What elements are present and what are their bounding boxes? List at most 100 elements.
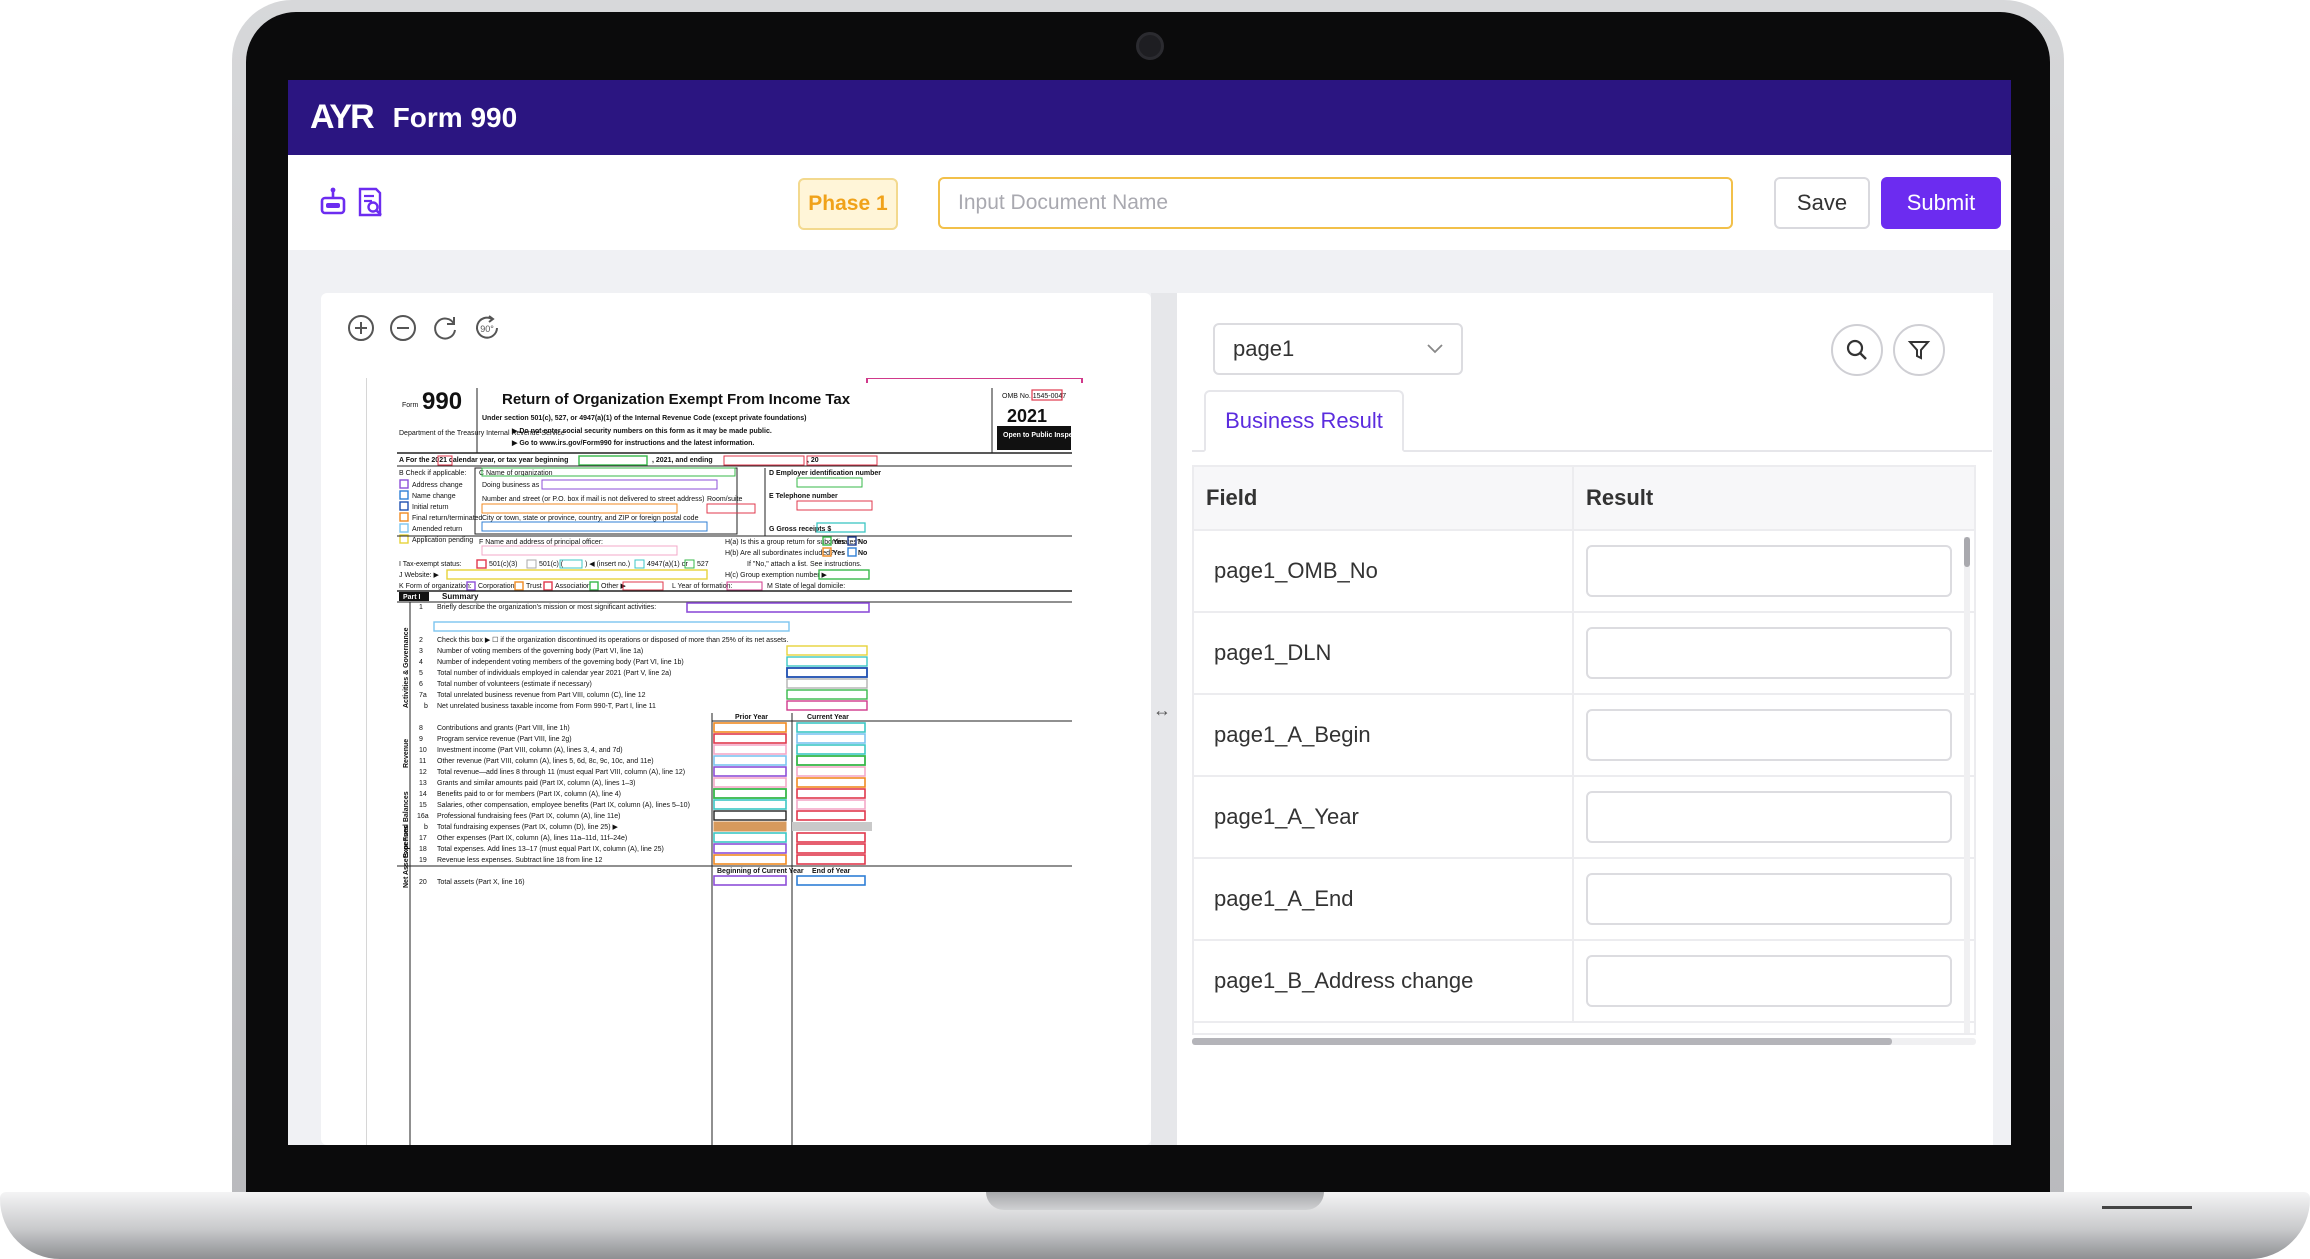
robot-icon[interactable] <box>316 185 350 219</box>
form-line-16b-num: b <box>424 824 428 831</box>
form-line-13-text: Grants and similar amounts paid (Part IX… <box>437 780 635 787</box>
table-row: page1_DLN <box>1194 613 1974 695</box>
form-line-m: M State of legal domicile: <box>767 583 845 590</box>
result-pane: page1 Business Result Field Result page1… <box>1177 293 1993 1145</box>
result-table: Field Result page1_OMB_No page1_DLN page… <box>1192 465 1976 1035</box>
filter-icon <box>1907 341 1931 360</box>
vertical-scrollbar[interactable] <box>1964 537 1970 1033</box>
form-i-opt-4: 527 <box>697 561 709 568</box>
horizontal-scroll-thumb[interactable] <box>1192 1038 1892 1045</box>
result-input[interactable] <box>1586 873 1952 925</box>
zoom-out-icon[interactable] <box>388 313 418 343</box>
form-line-7b-text: Net unrelated business taxable income fr… <box>437 703 656 710</box>
result-input[interactable] <box>1586 709 1952 761</box>
document-name-input[interactable] <box>938 177 1733 229</box>
form-line-5-text: Total number of individuals employed in … <box>437 670 671 677</box>
form-line-16a-text: Professional fundraising fees (Part IX, … <box>437 813 621 820</box>
zoom-in-icon[interactable] <box>346 313 376 343</box>
form-k-opt-1: Trust <box>526 583 542 590</box>
table-row: page1_A_End <box>1194 859 1974 941</box>
form-line-4-text: Number of independent voting members of … <box>437 659 684 666</box>
result-cell <box>1574 531 1974 611</box>
phase-badge: Phase 1 <box>798 178 898 230</box>
form-notice-2: ▶ Go to www.irs.gov/Form990 for instruct… <box>511 440 754 447</box>
field-label: page1_B_Address change <box>1194 941 1574 1021</box>
document-search-icon[interactable] <box>354 185 388 219</box>
form-dba: Doing business as <box>482 482 540 489</box>
form-line-2-num: 2 <box>419 637 423 644</box>
filter-button[interactable] <box>1893 324 1945 376</box>
form-line-j: J Website: ▶ <box>399 572 439 579</box>
form-h-b: H(b) Are all subordinates included? <box>725 550 834 557</box>
result-cell <box>1574 695 1974 775</box>
form-line-4-num: 4 <box>419 659 423 666</box>
form-line-10-num: 10 <box>419 747 427 754</box>
page-select[interactable]: page1 <box>1213 323 1463 375</box>
form-b-item-3: Final return/terminated <box>412 515 483 522</box>
form-col-prior: Prior Year <box>735 714 768 721</box>
column-header-field: Field <box>1194 467 1574 529</box>
form-line-2-text: Check this box ▶ ☐ if the organization d… <box>437 636 788 644</box>
form-notice-1: ▶ Do not enter social security numbers o… <box>511 428 772 435</box>
save-button[interactable]: Save <box>1774 177 1870 229</box>
form-line-13-num: 13 <box>419 780 427 787</box>
form-e-phone: E Telephone number <box>769 493 838 500</box>
form-no-2: No <box>858 550 867 557</box>
form-f-principal: F Name and address of principal officer: <box>479 539 603 546</box>
form-line-a-mid: , 2021, and ending <box>652 457 713 464</box>
form-d-ein: D Employer identification number <box>769 470 881 477</box>
submit-button[interactable]: Submit <box>1881 177 2001 229</box>
app-title: Form 990 <box>392 101 518 133</box>
refresh-icon[interactable] <box>430 313 460 343</box>
app-logo[interactable]: AYR <box>310 98 375 137</box>
result-input[interactable] <box>1586 627 1952 679</box>
tabs-row: Business Result <box>1192 390 1992 452</box>
result-input[interactable] <box>1586 791 1952 843</box>
form-line-19-num: 19 <box>419 857 427 864</box>
form-line-12-text: Total revenue—add lines 8 through 11 (mu… <box>437 769 685 776</box>
form-line-6-num: 6 <box>419 681 423 688</box>
form-yes-2: Yes <box>833 550 845 557</box>
rotate-90-icon[interactable]: 90° <box>472 313 502 343</box>
camera-icon <box>1136 32 1164 60</box>
search-button[interactable] <box>1831 324 1883 376</box>
form-line-16b-text: Total fundraising expenses (Part IX, col… <box>437 824 618 831</box>
chevron-down-icon <box>1427 344 1443 354</box>
form-street: Number and street (or P.O. box if mail i… <box>482 496 704 503</box>
horizontal-scrollbar[interactable] <box>1192 1038 1976 1045</box>
form-b-item-4: Amended return <box>412 526 462 533</box>
resize-handle-icon[interactable]: ↔ <box>1153 700 1171 721</box>
field-label: page1_A_Begin <box>1194 695 1574 775</box>
result-input[interactable] <box>1586 955 1952 1007</box>
form-yes-1: Yes <box>833 539 845 546</box>
form-line-8-num: 8 <box>419 725 423 732</box>
vertical-scroll-thumb[interactable] <box>1964 537 1970 567</box>
form-line-9-num: 9 <box>419 736 423 743</box>
form-h-b-note: If "No," attach a list. See instructions… <box>747 561 862 568</box>
field-label: page1_A_End <box>1194 859 1574 939</box>
form-line-17-text: Other expenses (Part IX, column (A), lin… <box>437 835 627 842</box>
form-line-20-num: 20 <box>419 879 427 886</box>
form-part-label: Part I <box>403 594 421 601</box>
form-room: Room/suite <box>707 496 743 503</box>
form-k-opt-0: Corporation <box>478 583 515 590</box>
form-open-public: Open to Public Inspection <box>1003 432 1089 439</box>
form-line-11-num: 11 <box>419 758 426 765</box>
form-label: Form <box>402 402 419 409</box>
tab-business-result[interactable]: Business Result <box>1204 390 1404 452</box>
form-line-18-num: 18 <box>419 846 427 853</box>
toolbar: Phase 1 Save Submit <box>288 155 2011 250</box>
form-year: 2021 <box>1007 406 1047 426</box>
form-line-1-num: 1 <box>419 604 423 611</box>
form-line-3-text: Number of voting members of the governin… <box>437 648 643 655</box>
form-revenue-expense-lines: 8 Contributions and grants (Part VIII, l… <box>397 722 1072 888</box>
screen: AYR Form 990 Phase 1 Save Submit <box>288 80 2011 1145</box>
form-lines-3-7: 3 Number of voting members of the govern… <box>419 645 868 711</box>
form-side-net: Net Assets or Fund Balances <box>403 791 410 888</box>
form-line-15-num: 15 <box>419 802 427 809</box>
result-input[interactable] <box>1586 545 1952 597</box>
form-h-c: H(c) Group exemption number ▶ <box>725 572 827 579</box>
form-line-14-num: 14 <box>419 791 427 798</box>
table-row: page1_A_Begin <box>1194 695 1974 777</box>
document-viewer: 90° .ft { font-family: "Liberation Sans"… <box>321 293 1151 1145</box>
